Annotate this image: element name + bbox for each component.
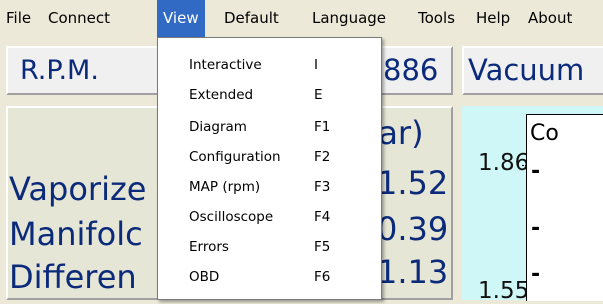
rpm-value: 886 (383, 53, 439, 87)
manifold-value: 0.39 (377, 210, 449, 248)
menu-file[interactable]: File (0, 0, 37, 37)
menu-item-map-rpm[interactable]: MAP (rpm) F3 (158, 174, 381, 204)
rpm-label: R.P.M. (20, 55, 99, 86)
menu-connect[interactable]: Connect (42, 0, 116, 37)
differential-value: 1.13 (377, 253, 449, 291)
menu-language[interactable]: Language (306, 0, 392, 37)
menu-item-shortcut: I (314, 57, 318, 73)
menu-item-shortcut: F6 (314, 269, 331, 285)
menu-item-diagram[interactable]: Diagram F1 (158, 114, 381, 144)
vaporizer-label: Vaporize (9, 170, 147, 208)
menu-bar: File Connect View Default Language Tools… (0, 0, 603, 37)
menu-tools[interactable]: Tools (412, 0, 461, 37)
manifold-label: Manifolc (9, 215, 143, 253)
menu-item-label: OBD (189, 269, 220, 285)
menu-item-shortcut: F5 (314, 239, 331, 255)
view-dropdown-menu: Interactive I Extended E Diagram F1 Conf… (157, 37, 382, 300)
vacuum-header: Vacuum (462, 46, 603, 95)
menu-help[interactable]: Help (470, 0, 516, 37)
menu-item-shortcut: E (314, 87, 323, 103)
menu-about[interactable]: About (522, 0, 578, 37)
menu-item-label: Oscilloscope (189, 209, 274, 225)
graph-dash: - (531, 262, 541, 287)
vacuum-box-label: Co (530, 121, 559, 146)
menu-item-extended[interactable]: Extended E (158, 82, 381, 112)
graph-dash: - (531, 159, 541, 184)
vacuum-title: Vacuum (468, 53, 585, 87)
vacuum-value-bottom: 1.55 (478, 278, 530, 304)
menu-item-interactive[interactable]: Interactive I (158, 52, 381, 82)
menu-item-obd[interactable]: OBD F6 (158, 264, 381, 294)
menu-view[interactable]: View (157, 0, 205, 37)
menu-item-label: Errors (189, 239, 229, 255)
menu-item-label: Extended (189, 87, 254, 103)
vaporizer-value: 1.52 (377, 164, 449, 202)
menu-item-label: MAP (rpm) (189, 179, 261, 195)
menu-item-shortcut: F2 (314, 149, 331, 165)
vacuum-graph-box: Co - - - (526, 114, 603, 301)
menu-item-configuration[interactable]: Configuration F2 (158, 144, 381, 174)
graph-dash: - (531, 216, 541, 241)
menu-item-label: Diagram (189, 119, 247, 135)
menu-item-errors[interactable]: Errors F5 (158, 234, 381, 264)
vacuum-value-top: 1.86 (478, 150, 530, 176)
menu-item-shortcut: F3 (314, 179, 331, 195)
menu-item-label: Interactive (189, 57, 262, 73)
differential-label: Differen (9, 258, 137, 296)
menu-item-label: Configuration (189, 149, 281, 165)
menu-item-shortcut: F4 (314, 209, 331, 225)
vacuum-gauge: 1.86 1.55 Co - - - (462, 106, 603, 304)
menu-item-shortcut: F1 (314, 119, 331, 135)
menu-default[interactable]: Default (218, 0, 285, 37)
menu-item-oscilloscope[interactable]: Oscilloscope F4 (158, 204, 381, 234)
